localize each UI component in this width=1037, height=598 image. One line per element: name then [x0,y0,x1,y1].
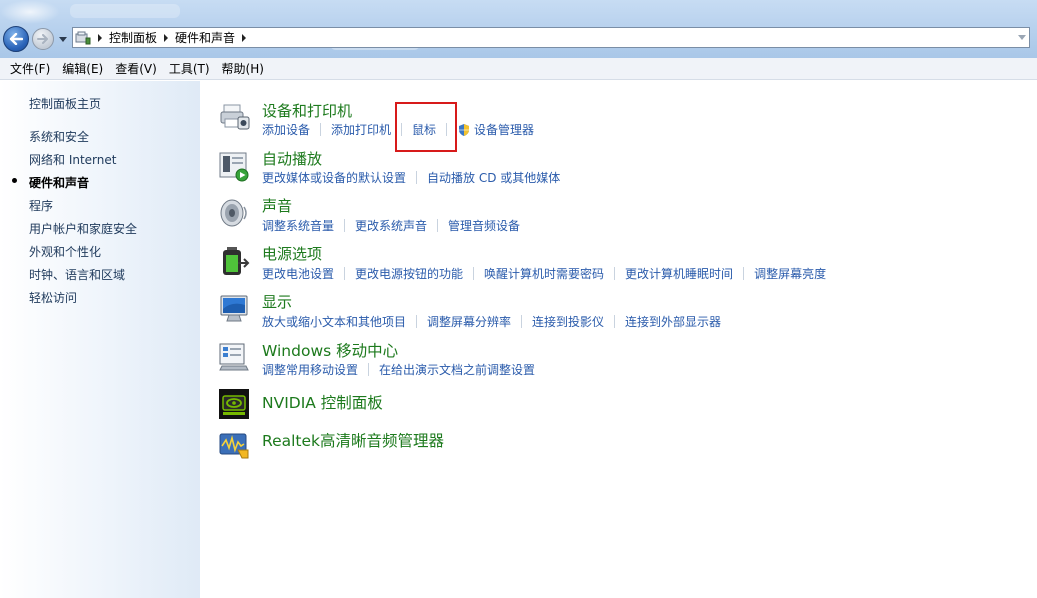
sidebar-item-appearance[interactable]: 外观和个性化 [29,243,101,260]
link-divider [521,315,523,328]
mouse-link-highlight [395,102,457,152]
sound-links: 调整系统音量 更改系统声音 管理音频设备 [262,217,520,234]
mobility-center-links: 调整常用移动设置 在给出演示文档之前调整设置 [262,361,535,378]
arrow-right-icon [37,34,48,44]
breadcrumb-hardware-sound[interactable]: 硬件和声音 [173,29,237,46]
breadcrumb-control-panel[interactable]: 控制面板 [107,29,159,46]
sidebar-item-network[interactable]: 网络和 Internet [29,151,116,168]
link-change-sleep-time[interactable]: 更改计算机睡眠时间 [625,265,733,282]
link-divider [320,123,322,136]
chevron-right-icon[interactable] [93,33,107,42]
category-title-display[interactable]: 显示 [262,291,292,312]
link-divider [614,315,616,328]
link-adjust-brightness[interactable]: 调整屏幕亮度 [754,265,826,282]
category-title-power-options[interactable]: 电源选项 [262,243,322,264]
address-bar[interactable]: 控制面板 硬件和声音 [72,27,1030,48]
uac-shield-icon [459,123,470,136]
category-title-realtek[interactable]: Realtek高清晰音频管理器 [262,429,444,451]
chevron-right-icon[interactable] [159,33,173,42]
active-bullet-icon [12,178,17,183]
sidebar-item-home[interactable]: 控制面板主页 [29,95,101,112]
link-common-mobility-settings[interactable]: 调整常用移动设置 [262,361,358,378]
chevron-right-icon[interactable] [237,33,251,42]
main-content: 设备和打印机 添加设备 添加打印机 鼠标 设备管理器 自动播放 更改媒体或设备的… [200,81,1037,598]
link-divider [473,267,475,280]
link-change-default-settings[interactable]: 更改媒体或设备的默认设置 [262,169,406,186]
address-dropdown-icon[interactable] [1017,31,1027,43]
link-divider [416,315,418,328]
link-connect-external-display[interactable]: 连接到外部显示器 [625,313,721,330]
link-manage-audio-devices[interactable]: 管理音频设备 [448,217,520,234]
category-title-mobility-center[interactable]: Windows 移动中心 [262,339,398,361]
menu-bar: 文件(F) 编辑(E) 查看(V) 工具(T) 帮助(H) [0,58,1037,80]
link-adjust-volume[interactable]: 调整系统音量 [262,217,334,234]
link-divider [344,219,346,232]
printer-icon[interactable] [218,101,250,133]
link-divider [614,267,616,280]
sidebar-item-clock-language[interactable]: 时钟、语言和区域 [29,266,125,283]
back-button[interactable] [3,26,29,52]
link-divider [344,267,346,280]
category-title-nvidia[interactable]: NVIDIA 控制面板 [262,391,383,413]
link-screen-resolution[interactable]: 调整屏幕分辨率 [427,313,511,330]
category-title-autoplay[interactable]: 自动播放 [262,148,322,169]
autoplay-icon[interactable] [218,150,250,182]
window-title-blur [70,4,180,18]
nvidia-icon[interactable] [218,388,250,420]
menu-view[interactable]: 查看(V) [109,59,163,79]
sidebar: 控制面板主页 系统和安全 网络和 Internet 硬件和声音 程序 用户帐户和… [0,81,200,598]
menu-tools[interactable]: 工具(T) [163,59,216,79]
menu-file[interactable]: 文件(F) [4,59,56,79]
link-add-printer[interactable]: 添加打印机 [331,121,391,138]
link-autoplay-cd[interactable]: 自动播放 CD 或其他媒体 [427,169,560,186]
link-power-button-function[interactable]: 更改电源按钮的功能 [355,265,463,282]
link-change-system-sounds[interactable]: 更改系统声音 [355,217,427,234]
speaker-icon[interactable] [218,197,250,229]
link-divider [437,219,439,232]
monitor-icon[interactable] [218,293,250,325]
link-device-manager[interactable]: 设备管理器 [474,121,534,138]
link-text-size[interactable]: 放大或缩小文本和其他项目 [262,313,406,330]
battery-icon[interactable] [218,245,250,277]
realtek-audio-icon[interactable] [218,428,250,460]
display-links: 放大或缩小文本和其他项目 调整屏幕分辨率 连接到投影仪 连接到外部显示器 [262,313,721,330]
power-options-links: 更改电池设置 更改电源按钮的功能 唤醒计算机时需要密码 更改计算机睡眠时间 调整… [262,265,826,282]
window-icon-blur [0,0,60,24]
control-panel-icon [73,28,93,47]
link-change-battery-settings[interactable]: 更改电池设置 [262,265,334,282]
forward-button[interactable] [32,28,54,50]
sidebar-item-ease-of-access[interactable]: 轻松访问 [29,289,77,306]
category-title-sound[interactable]: 声音 [262,195,292,216]
autoplay-links: 更改媒体或设备的默认设置 自动播放 CD 或其他媒体 [262,169,560,186]
sidebar-item-programs[interactable]: 程序 [29,197,53,214]
link-add-device[interactable]: 添加设备 [262,121,310,138]
link-presentation-settings[interactable]: 在给出演示文档之前调整设置 [379,361,535,378]
sidebar-item-hardware-sound[interactable]: 硬件和声音 [29,174,89,191]
menu-help[interactable]: 帮助(H) [216,59,270,79]
window-titlebar: 控制面板 硬件和声音 [0,0,1037,58]
arrow-left-icon [9,33,23,45]
link-require-password-wake[interactable]: 唤醒计算机时需要密码 [484,265,604,282]
link-connect-projector[interactable]: 连接到投影仪 [532,313,604,330]
link-divider [743,267,745,280]
sidebar-item-system-security[interactable]: 系统和安全 [29,128,89,145]
link-divider [416,171,418,184]
link-divider [368,363,370,376]
recent-pages-dropdown-icon[interactable] [57,33,69,45]
sidebar-item-user-accounts[interactable]: 用户帐户和家庭安全 [29,220,137,237]
mobility-center-icon[interactable] [218,341,250,373]
menu-edit[interactable]: 编辑(E) [56,59,109,79]
category-title-devices-printers[interactable]: 设备和打印机 [262,100,352,121]
